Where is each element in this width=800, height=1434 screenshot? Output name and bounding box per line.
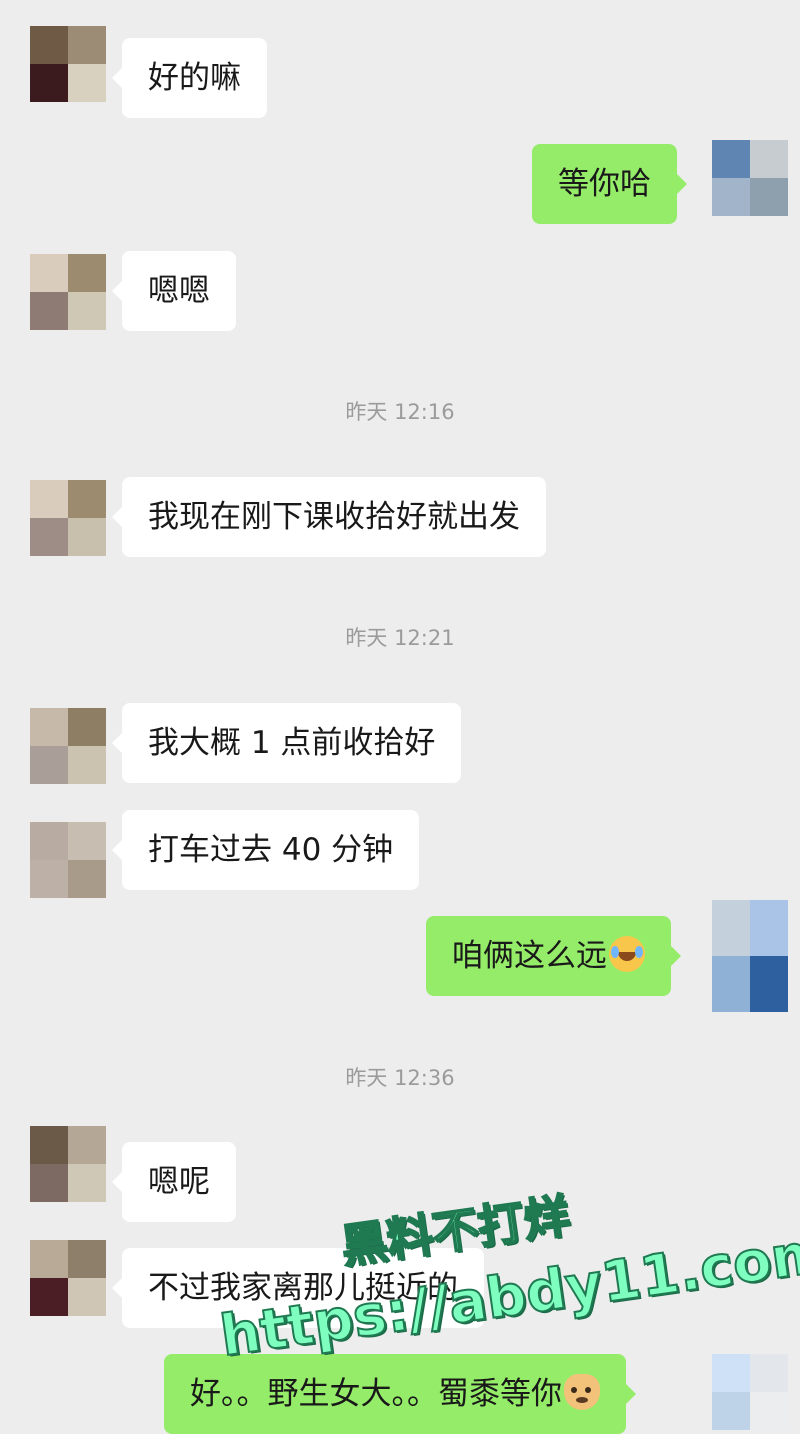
avatar-pixel (68, 1164, 106, 1202)
avatar-pixel (712, 178, 750, 216)
avatar-pixel (750, 178, 788, 216)
avatar-pixel (712, 140, 750, 178)
contact-avatar[interactable] (30, 480, 106, 556)
doge-emoji-icon (564, 1374, 600, 1410)
avatar-pixel (30, 1164, 68, 1202)
avatar-pixel (712, 900, 750, 956)
message-text: 嗯呢 (148, 1164, 210, 1200)
contact-avatar[interactable] (30, 254, 106, 330)
avatar-pixel (68, 1278, 106, 1316)
avatar-pixel (712, 956, 750, 1012)
my-avatar[interactable] (712, 1354, 788, 1430)
avatar-pixel (30, 822, 68, 860)
outgoing-message-bubble[interactable]: 咱俩这么远 (426, 916, 681, 996)
avatar-pixel (68, 822, 106, 860)
avatar-pixel (68, 1126, 106, 1164)
message-text: 不过我家离那儿挺近的 (148, 1270, 458, 1306)
avatar-pixel (30, 64, 68, 102)
avatar-pixel (750, 1392, 788, 1430)
chat-conversation: 好的嘛 等你哈 嗯嗯 昨天 12:16 我现在刚下课收拾好就出发 昨天 12:2… (0, 0, 800, 1434)
avatar-pixel (68, 518, 106, 556)
outgoing-message-bubble[interactable]: 等你哈 (532, 144, 687, 224)
message-text: 好。。野生女大。。蜀黍等你 (190, 1376, 562, 1412)
avatar-pixel (30, 26, 68, 64)
avatar-pixel (30, 1240, 68, 1278)
avatar-pixel (68, 480, 106, 518)
avatar-pixel (30, 1126, 68, 1164)
avatar-pixel (68, 254, 106, 292)
contact-avatar[interactable] (30, 26, 106, 102)
message-text: 我大概 1 点前收拾好 (148, 725, 436, 761)
avatar-pixel (750, 900, 788, 956)
avatar-pixel (30, 518, 68, 556)
avatar-pixel (712, 1354, 750, 1392)
incoming-message-bubble[interactable]: 我现在刚下课收拾好就出发 (112, 477, 546, 557)
avatar-pixel (68, 1240, 106, 1278)
avatar-pixel (30, 292, 68, 330)
avatar-pixel (68, 64, 106, 102)
avatar-pixel (30, 708, 68, 746)
my-avatar[interactable] (712, 140, 788, 216)
avatar-pixel (68, 746, 106, 784)
avatar-pixel (68, 292, 106, 330)
avatar-pixel (68, 708, 106, 746)
timestamp-divider: 昨天 12:36 (345, 1066, 455, 1090)
message-text: 好的嘛 (148, 60, 241, 96)
message-text: 我现在刚下课收拾好就出发 (148, 499, 520, 535)
avatar-pixel (30, 1278, 68, 1316)
timestamp-divider: 昨天 12:16 (345, 400, 455, 424)
avatar-pixel (712, 1392, 750, 1430)
incoming-message-bubble[interactable]: 好的嘛 (112, 38, 267, 118)
avatar-pixel (30, 746, 68, 784)
avatar-pixel (30, 480, 68, 518)
contact-avatar[interactable] (30, 1126, 106, 1202)
laughing-crying-emoji-icon (609, 936, 645, 972)
contact-avatar[interactable] (30, 822, 106, 898)
avatar-pixel (750, 1354, 788, 1392)
message-text: 嗯嗯 (148, 273, 210, 309)
avatar-pixel (68, 26, 106, 64)
message-text: 等你哈 (558, 166, 651, 202)
message-text: 打车过去 40 分钟 (148, 832, 394, 868)
avatar-pixel (750, 140, 788, 178)
contact-avatar[interactable] (30, 1240, 106, 1316)
avatar-pixel (68, 860, 106, 898)
my-avatar[interactable] (712, 900, 788, 1012)
incoming-message-bubble[interactable]: 嗯嗯 (112, 251, 236, 331)
contact-avatar[interactable] (30, 708, 106, 784)
avatar-pixel (30, 254, 68, 292)
incoming-message-bubble[interactable]: 嗯呢 (112, 1142, 236, 1222)
avatar-pixel (750, 956, 788, 1012)
timestamp-divider: 昨天 12:21 (345, 626, 455, 650)
message-text: 咱俩这么远 (452, 938, 607, 974)
outgoing-message-bubble[interactable]: 好。。野生女大。。蜀黍等你 (164, 1354, 636, 1434)
avatar-pixel (30, 860, 68, 898)
incoming-message-bubble[interactable]: 打车过去 40 分钟 (111, 810, 420, 890)
incoming-message-bubble[interactable]: 我大概 1 点前收拾好 (111, 703, 462, 783)
incoming-message-bubble[interactable]: 不过我家离那儿挺近的 (112, 1248, 484, 1328)
